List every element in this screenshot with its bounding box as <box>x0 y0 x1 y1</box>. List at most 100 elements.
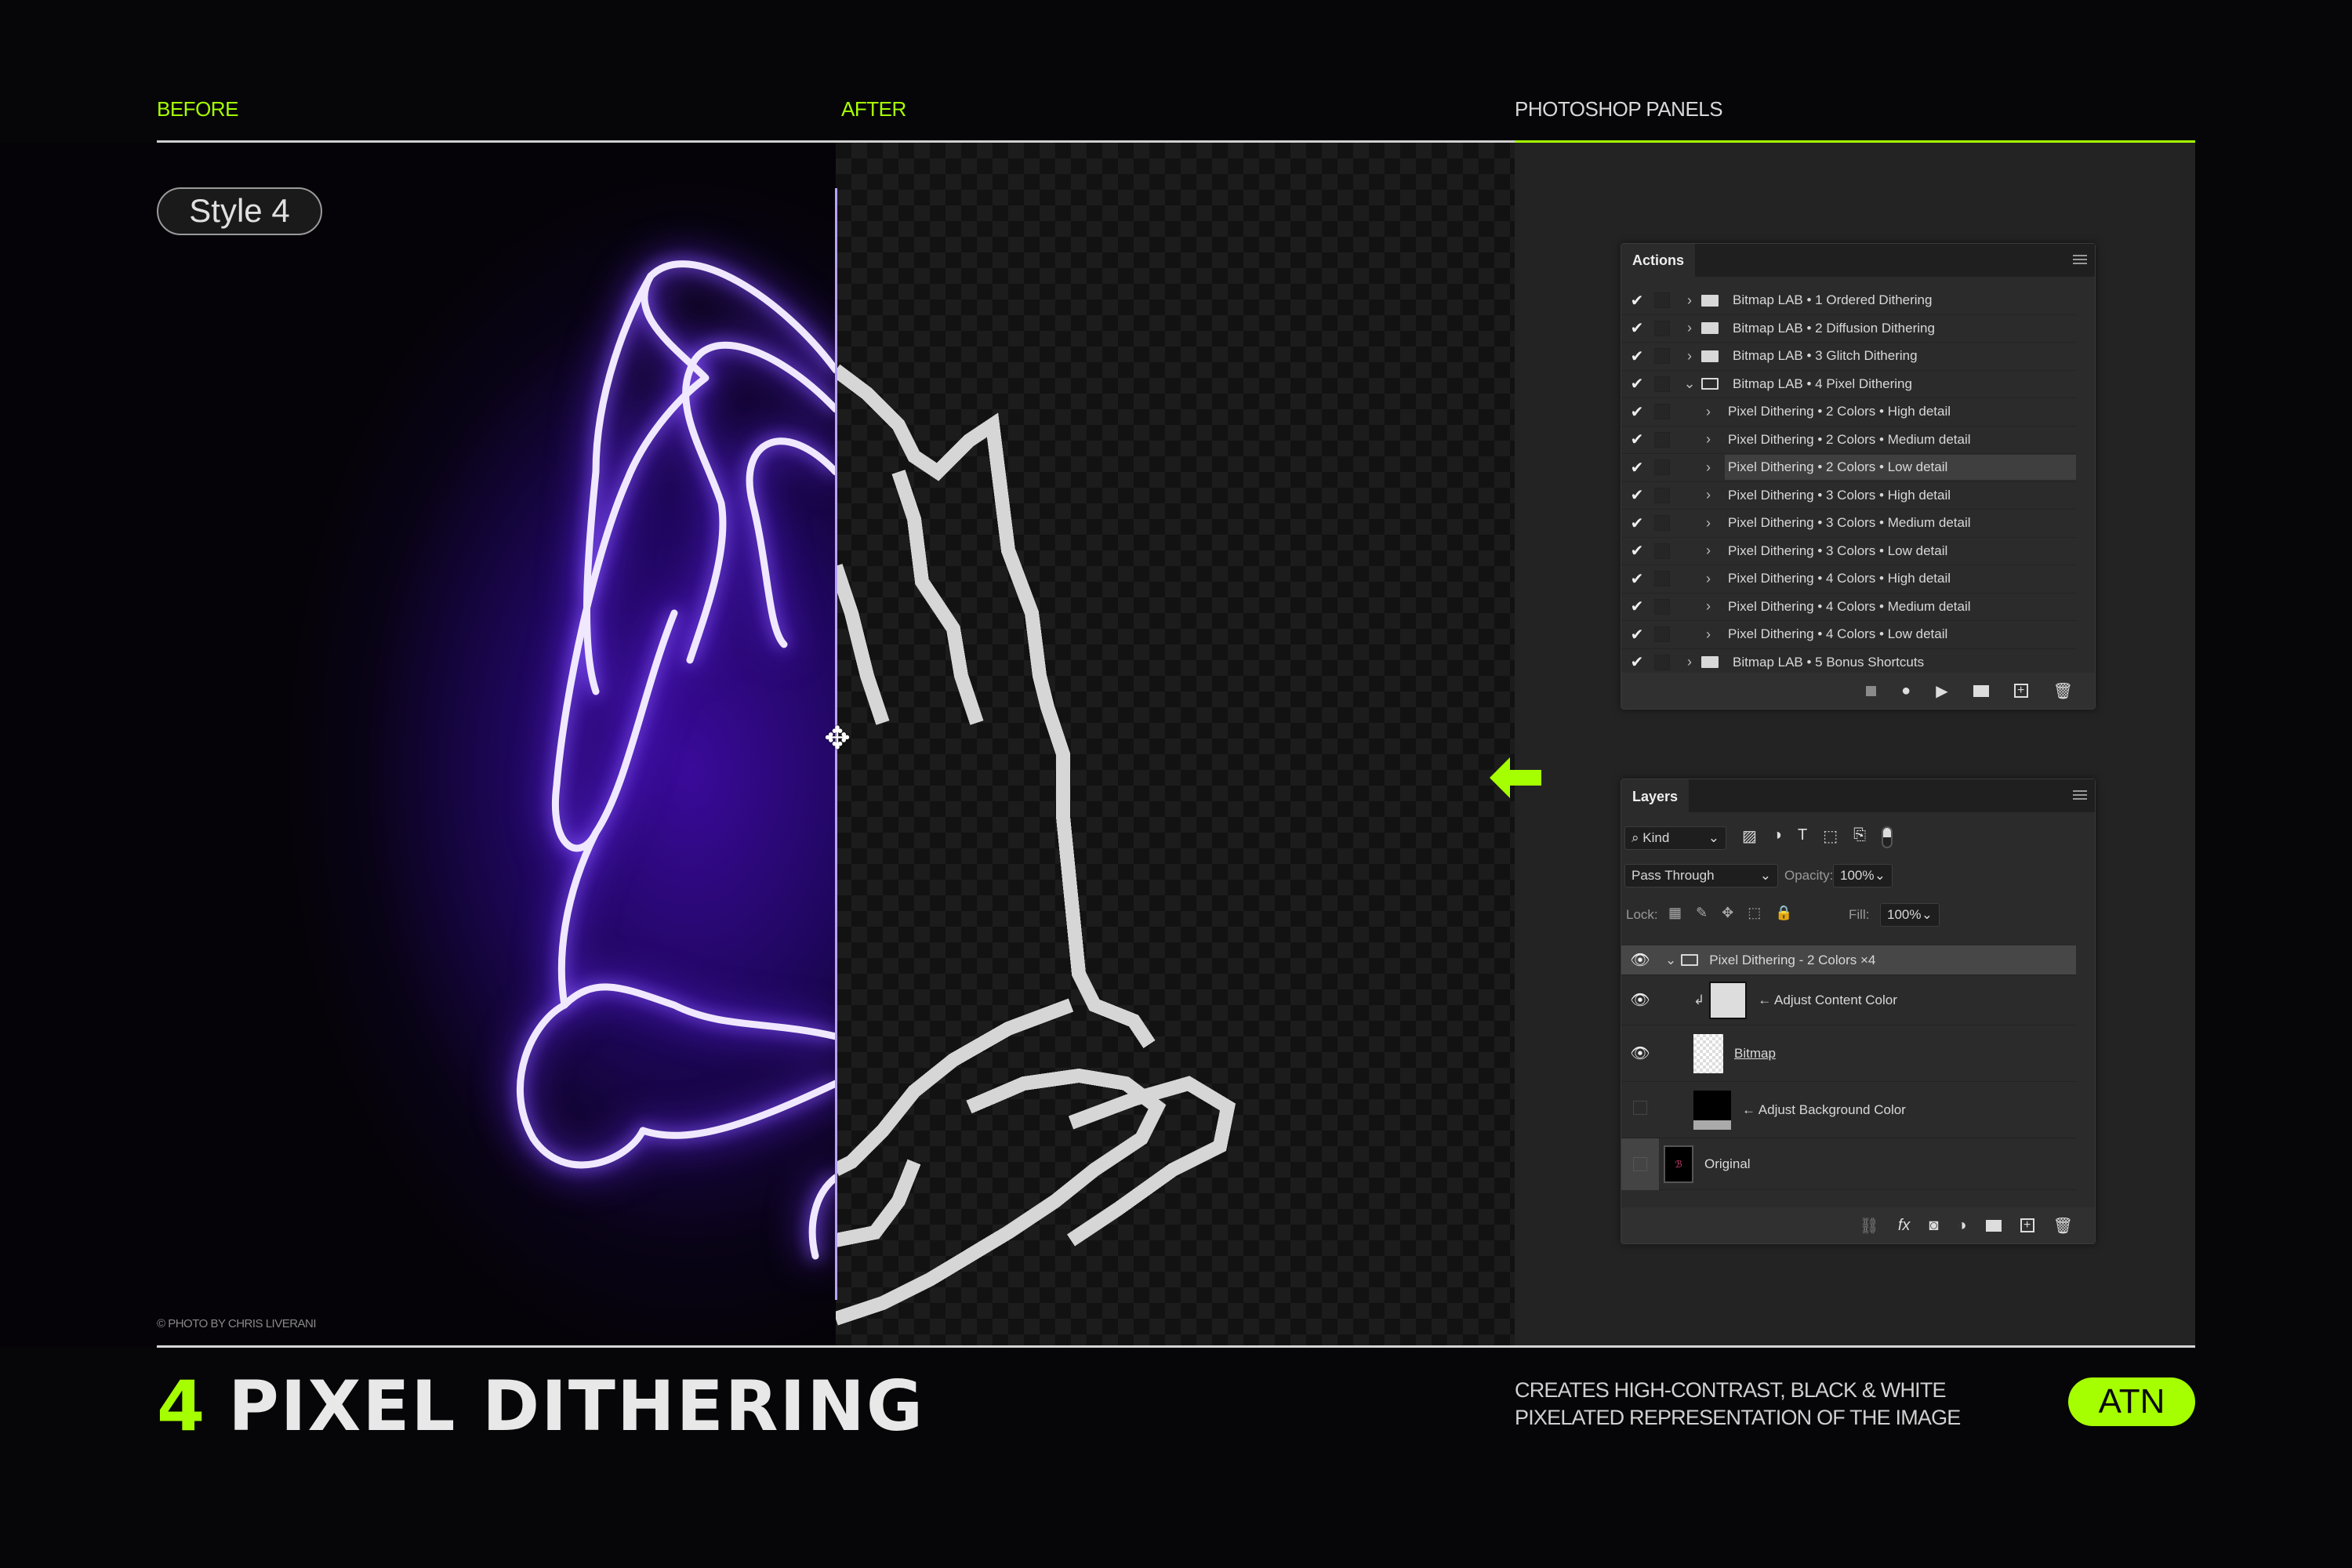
action-row[interactable]: ✔ › Bitmap LAB • 3 Glitch Dithering <box>1621 343 2076 371</box>
smart-object-filter-icon[interactable]: ⎘ <box>1853 826 1866 848</box>
shape-filter-icon[interactable]: ⬚ <box>1823 826 1838 848</box>
panel-menu-icon[interactable] <box>2073 255 2087 264</box>
visibility-eye-icon[interactable]: 👁 <box>1621 1044 1659 1063</box>
adjustment-filter-icon[interactable]: ◑ <box>1773 826 1782 848</box>
layer-row-adjust-background[interactable]: ← Adjust Background Color <box>1621 1082 2076 1138</box>
check-icon[interactable]: ✔ <box>1621 625 1653 644</box>
action-row[interactable]: ✔ › Pixel Dithering • 2 Colors • Medium de… <box>1621 426 2076 454</box>
new-action-icon[interactable]: + <box>2013 684 2028 698</box>
visibility-eye-icon[interactable]: 👁 <box>1621 990 1659 1010</box>
dialog-toggle[interactable] <box>1654 376 1670 392</box>
chevron-right-icon[interactable]: › <box>1700 626 1717 643</box>
action-row[interactable]: ✔ › Pixel Dithering • 3 Colors • Medium de… <box>1621 510 2076 538</box>
adjustment-icon[interactable]: ◑ <box>1958 1217 1967 1235</box>
chevron-right-icon[interactable]: › <box>1700 487 1717 503</box>
dialog-toggle[interactable] <box>1654 431 1670 448</box>
check-icon[interactable]: ✔ <box>1621 514 1653 533</box>
check-icon[interactable]: ✔ <box>1621 318 1653 338</box>
dialog-toggle[interactable] <box>1654 404 1670 420</box>
action-row[interactable]: ✔ › Pixel Dithering • 2 Colors • Low detai… <box>1621 454 2076 482</box>
trash-icon[interactable]: 🗑 <box>2053 1216 2073 1236</box>
chevron-right-icon[interactable]: › <box>1700 571 1717 587</box>
lock-all-icon[interactable]: 🔒 <box>1775 905 1792 921</box>
mask-icon[interactable]: ◙ <box>1929 1217 1938 1235</box>
check-icon[interactable]: ✔ <box>1621 402 1653 422</box>
action-row[interactable]: ✔ › Pixel Dithering • 4 Colors • Medium de… <box>1621 593 2076 621</box>
action-row[interactable]: ✔ › Pixel Dithering • 3 Colors • Low detai… <box>1621 538 2076 565</box>
lock-paint-icon[interactable]: ✎ <box>1696 905 1708 921</box>
fx-icon[interactable]: fx <box>1898 1217 1911 1235</box>
fill-input[interactable]: 100% ⌄ <box>1880 903 1940 927</box>
chevron-right-icon[interactable]: › <box>1700 459 1717 476</box>
check-icon[interactable]: ✔ <box>1621 347 1653 366</box>
lock-position-icon[interactable]: ✥ <box>1722 905 1733 921</box>
filter-toggle[interactable] <box>1882 826 1893 848</box>
folder-icon[interactable] <box>1973 684 1989 697</box>
layer-row-bitmap[interactable]: 👁 Bitmap <box>1621 1025 2076 1082</box>
visibility-eye-icon[interactable]: 👁 <box>1621 950 1659 970</box>
visibility-toggle[interactable] <box>1621 1138 1659 1190</box>
check-icon[interactable]: ✔ <box>1621 458 1653 477</box>
dialog-toggle[interactable] <box>1654 543 1670 559</box>
check-icon[interactable]: ✔ <box>1621 374 1653 394</box>
move-cursor-icon[interactable]: ✥ <box>820 721 855 756</box>
play-icon[interactable]: ▶ <box>1936 681 1947 701</box>
chevron-right-icon[interactable]: › <box>1681 654 1698 670</box>
dialog-toggle[interactable] <box>1654 598 1670 615</box>
opacity-input[interactable]: 100% ⌄ <box>1833 864 1893 887</box>
action-row[interactable]: ✔ › Pixel Dithering • 4 Colors • Low detai… <box>1621 621 2076 649</box>
action-row[interactable]: ✔ › Pixel Dithering • 2 Colors • High deta… <box>1621 398 2076 426</box>
chevron-right-icon[interactable]: › <box>1700 515 1717 532</box>
dialog-toggle[interactable] <box>1654 348 1670 365</box>
check-icon[interactable]: ✔ <box>1621 541 1653 561</box>
chevron-right-icon[interactable]: › <box>1700 543 1717 559</box>
trash-icon[interactable]: 🗑 <box>2053 681 2073 701</box>
chevron-down-icon[interactable]: ⌄ <box>1681 376 1698 392</box>
action-row[interactable]: ✔ › Bitmap LAB • 1 Ordered Dithering <box>1621 287 2076 315</box>
action-row[interactable]: ✔ › Pixel Dithering • 4 Colors • High deta… <box>1621 565 2076 593</box>
link-icon[interactable]: ⛓ <box>1859 1216 1878 1236</box>
dialog-toggle[interactable] <box>1654 571 1670 587</box>
check-icon[interactable]: ✔ <box>1621 485 1653 505</box>
chevron-right-icon[interactable]: › <box>1700 404 1717 420</box>
check-icon[interactable]: ✔ <box>1621 430 1653 449</box>
chevron-right-icon[interactable]: › <box>1681 320 1698 336</box>
lock-transparency-icon[interactable]: ▦ <box>1668 905 1682 921</box>
layers-tab-bar <box>1621 779 2095 812</box>
layers-tab[interactable]: Layers <box>1621 779 1690 815</box>
dialog-toggle[interactable] <box>1654 487 1670 503</box>
filter-kind-select[interactable]: ⌕ Kind ⌄ <box>1624 826 1726 850</box>
chevron-right-icon[interactable]: › <box>1700 598 1717 615</box>
chevron-right-icon[interactable]: › <box>1681 292 1698 309</box>
record-icon[interactable]: ● <box>1901 682 1911 700</box>
actions-tab[interactable]: Actions <box>1621 244 1696 277</box>
folder-icon[interactable] <box>1985 1219 2002 1232</box>
check-icon[interactable]: ✔ <box>1621 652 1653 672</box>
action-row[interactable]: ✔ › Pixel Dithering • 3 Colors • High deta… <box>1621 482 2076 510</box>
check-icon[interactable]: ✔ <box>1621 597 1653 616</box>
action-row[interactable]: ✔ ⌄ Bitmap LAB • 4 Pixel Dithering <box>1621 371 2076 398</box>
dialog-toggle[interactable] <box>1654 292 1670 309</box>
dialog-toggle[interactable] <box>1654 654 1670 670</box>
chevron-right-icon[interactable]: › <box>1700 431 1717 448</box>
dialog-toggle[interactable] <box>1654 515 1670 532</box>
layer-row-adjust-content[interactable]: 👁 ↲ ← Adjust Content Color <box>1621 975 2076 1025</box>
check-icon[interactable]: ✔ <box>1621 291 1653 310</box>
type-filter-icon[interactable]: T <box>1798 826 1807 848</box>
check-icon[interactable]: ✔ <box>1621 569 1653 589</box>
action-row[interactable]: ✔ › Bitmap LAB • 2 Diffusion Dithering <box>1621 315 2076 343</box>
layer-row-group[interactable]: 👁 ⌄ Pixel Dithering - 2 Colors ×4 <box>1621 946 2076 975</box>
chevron-right-icon[interactable]: › <box>1681 348 1698 365</box>
new-layer-icon[interactable]: + <box>2020 1218 2034 1232</box>
chevron-down-icon[interactable]: ⌄ <box>1665 953 1676 968</box>
stop-icon[interactable] <box>1866 685 1877 696</box>
panel-menu-icon[interactable] <box>2073 790 2087 800</box>
blend-mode-select[interactable]: Pass Through ⌄ <box>1624 864 1778 887</box>
visibility-toggle[interactable] <box>1621 1100 1659 1120</box>
lock-artboard-icon[interactable]: ⬚ <box>1748 905 1761 921</box>
dialog-toggle[interactable] <box>1654 626 1670 643</box>
layer-row-original[interactable]: ℬ Original <box>1621 1138 2076 1190</box>
dialog-toggle[interactable] <box>1654 459 1670 476</box>
dialog-toggle[interactable] <box>1654 320 1670 336</box>
pixel-filter-icon[interactable]: ▨ <box>1742 826 1757 848</box>
